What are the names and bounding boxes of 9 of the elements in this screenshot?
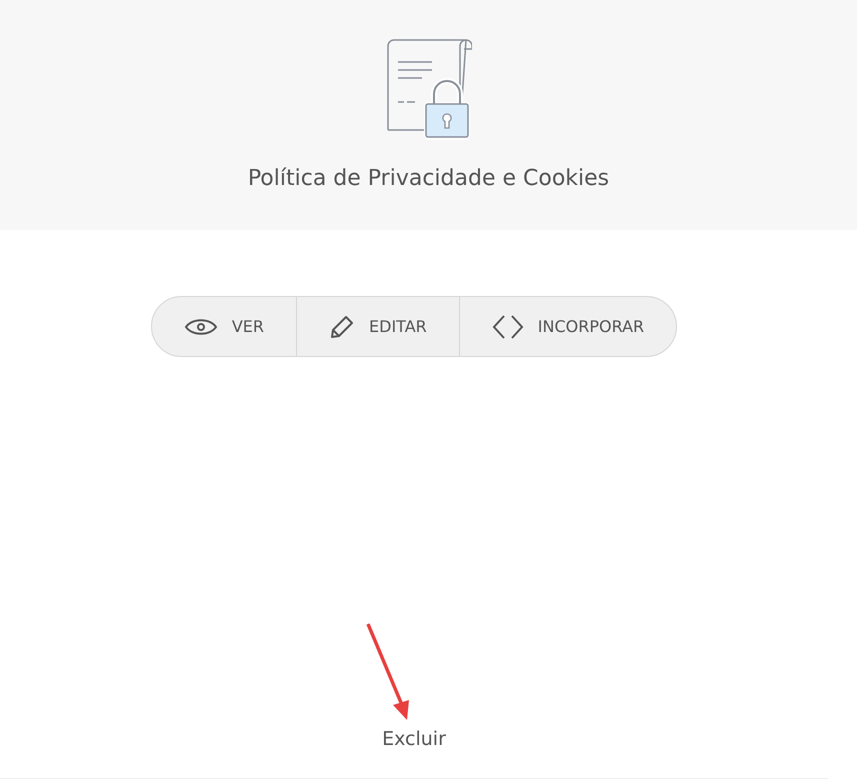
eye-icon bbox=[184, 316, 218, 336]
edit-button[interactable]: EDITAR bbox=[296, 297, 459, 356]
document-lock-icon bbox=[386, 38, 472, 140]
delete-link[interactable]: Excluir bbox=[382, 725, 446, 754]
view-button[interactable]: VER bbox=[152, 297, 296, 356]
page-title: Política de Privacidade e Cookies bbox=[248, 165, 610, 193]
pencil-icon bbox=[329, 314, 356, 340]
embed-button[interactable]: INCORPORAR bbox=[458, 297, 676, 356]
code-icon bbox=[492, 314, 524, 340]
